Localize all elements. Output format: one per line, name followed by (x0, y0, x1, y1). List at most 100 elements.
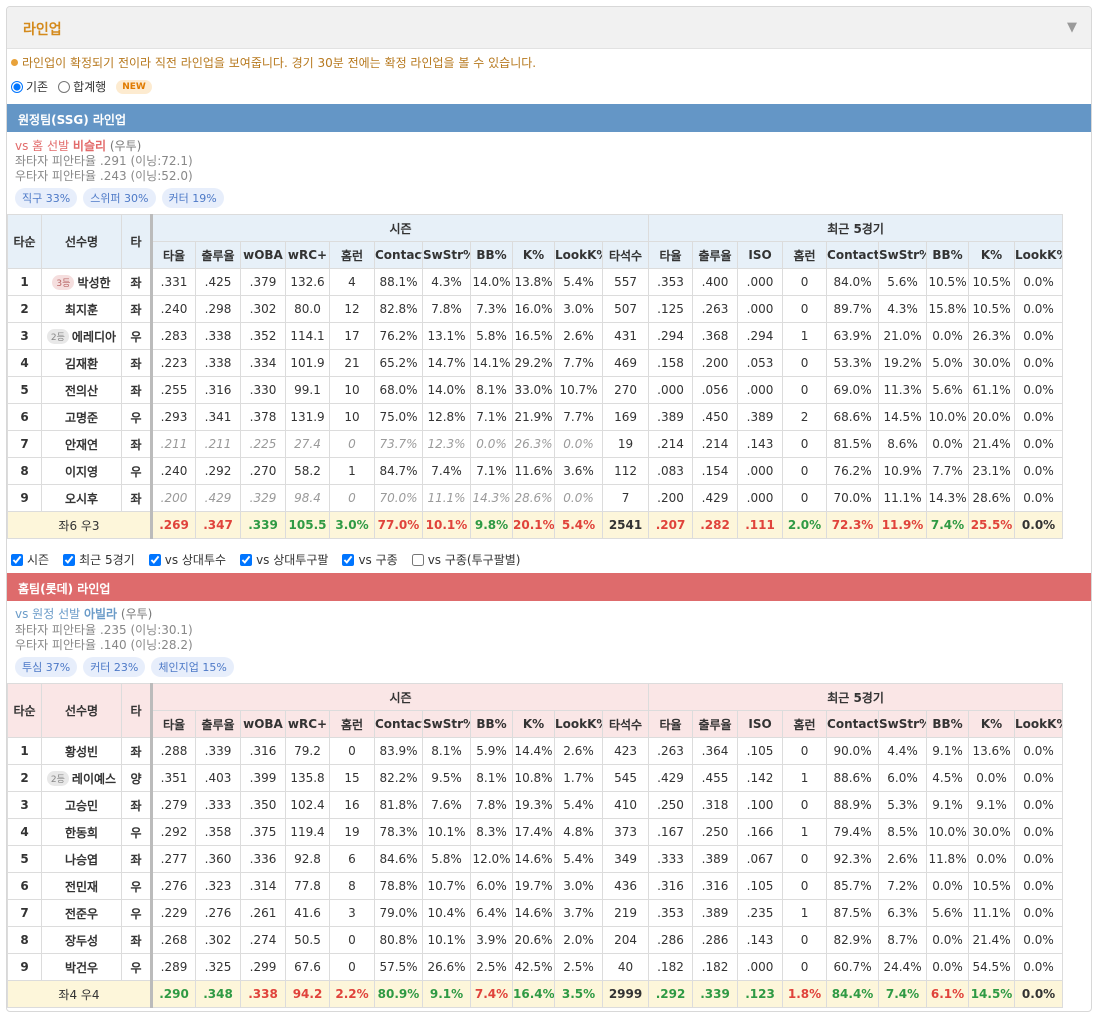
recent-col-header[interactable]: K% (968, 710, 1016, 738)
view-combined-radio[interactable] (58, 80, 71, 93)
recent-col-header[interactable]: LookK% (1014, 710, 1064, 738)
season-col-header[interactable]: wRC+ (285, 710, 330, 738)
player-name[interactable]: 전민재 (41, 872, 122, 900)
table-row: 2 2등 레이예스 양 .351.403.399 135.8 15 82.2% 9.5% 8.1%… (7, 764, 1064, 792)
view-basic-radio[interactable] (11, 80, 23, 93)
player-name[interactable]: 2등 레이예스 (41, 764, 122, 792)
season-col-header[interactable]: 출루율 (195, 710, 241, 738)
player-name-text[interactable]: 한동희 (65, 826, 98, 840)
player-name-text[interactable]: 최지훈 (65, 303, 98, 317)
player-name-text[interactable]: 이지영 (65, 465, 98, 479)
player-name[interactable]: 2등 에레디아 (41, 322, 122, 350)
recent-col-header[interactable]: 타율 (648, 241, 694, 269)
player-name[interactable]: 한동희 (41, 818, 122, 846)
recent-col-header[interactable]: SwStr% (878, 710, 928, 738)
player-name[interactable]: 3등 박성한 (41, 268, 122, 296)
season-col-header[interactable]: K% (512, 241, 555, 269)
recent-col-header[interactable]: 출루율 (692, 710, 739, 738)
season-col-header[interactable]: wOBA (240, 241, 286, 269)
filter-option[interactable]: vs 상대투수 (148, 551, 226, 568)
recent-col-header[interactable]: LookK% (1014, 241, 1064, 269)
player-name[interactable]: 전준우 (41, 899, 122, 927)
recent-col-header[interactable]: ISO (737, 710, 784, 738)
total-row: 좌4 우4.290.348.338 94.2 2.2% 80.9% 9.1% 7.4% 16… (7, 980, 1064, 1008)
season-col-header[interactable]: Contact% (374, 710, 423, 738)
filter-option[interactable]: 최근 5경기 (63, 551, 135, 568)
player-name[interactable]: 최지훈 (41, 295, 122, 323)
season-col-header[interactable]: SwStr% (422, 241, 471, 269)
player-name[interactable]: 고명준 (41, 403, 122, 431)
season-col-header[interactable]: wRC+ (285, 241, 330, 269)
player-name-text[interactable]: 에레디아 (72, 330, 116, 344)
player-name[interactable]: 오시후 (41, 484, 122, 512)
home-starter-name[interactable]: 아빌라 (84, 607, 117, 621)
player-name-text[interactable]: 레이예스 (72, 772, 116, 786)
recent-col-header[interactable]: 타율 (648, 710, 694, 738)
filter-option[interactable]: 시즌 (11, 551, 49, 568)
filter-option[interactable]: vs 상대투구팔 (240, 551, 328, 568)
away-starter-name[interactable]: 비슬리 (73, 139, 106, 153)
filter-checkbox[interactable] (240, 553, 253, 566)
player-name[interactable]: 장두성 (41, 926, 122, 954)
season-col-header[interactable]: BB% (470, 710, 513, 738)
season-col-header[interactable]: 타율 (150, 710, 196, 738)
recent-col-header[interactable]: BB% (926, 241, 970, 269)
recent-col-header[interactable]: Contact% (826, 710, 880, 738)
recent-col-header[interactable]: BB% (926, 710, 970, 738)
filter-checkbox[interactable] (63, 553, 76, 566)
season-col-header[interactable]: LookK% (554, 710, 603, 738)
filter-checkbox[interactable] (342, 553, 355, 566)
player-name[interactable]: 안재연 (41, 430, 122, 458)
filter-checkbox[interactable] (11, 553, 23, 566)
view-basic-option[interactable]: 기존 (11, 78, 48, 95)
player-name[interactable]: 김재환 (41, 349, 122, 377)
collapse-icon[interactable]: ▼ (1067, 20, 1077, 35)
recent-col-header[interactable]: 홈런 (782, 241, 828, 269)
recent-col-header[interactable]: 출루율 (692, 241, 739, 269)
player-name[interactable]: 고승민 (41, 791, 122, 819)
season-col-header[interactable]: 홈런 (329, 241, 375, 269)
player-name-text[interactable]: 전의산 (65, 384, 98, 398)
recent-col-header[interactable]: 홈런 (782, 710, 828, 738)
player-name-text[interactable]: 고승민 (65, 799, 98, 813)
filter-checkbox[interactable] (411, 553, 424, 566)
season-col-header[interactable]: 출루율 (195, 241, 241, 269)
filter-option[interactable]: vs 구종 (342, 551, 398, 568)
player-name-text[interactable]: 김재환 (65, 357, 98, 371)
recent-stat: .316 (692, 872, 739, 900)
filter-option[interactable]: vs 구종(투구팔별) (411, 551, 520, 568)
player-name-text[interactable]: 나승엽 (65, 853, 98, 867)
player-name-text[interactable]: 장두성 (65, 934, 98, 948)
season-col-header[interactable]: wOBA (240, 710, 286, 738)
player-name-text[interactable]: 박건우 (65, 961, 98, 975)
season-col-header[interactable]: Contact% (374, 241, 423, 269)
player-name-text[interactable]: 고명준 (65, 411, 98, 425)
player-name[interactable]: 전의산 (41, 376, 122, 404)
season-stat: 17.4% (512, 818, 555, 846)
player-name[interactable]: 나승엽 (41, 845, 122, 873)
player-name-text[interactable]: 황성빈 (65, 745, 98, 759)
season-col-header[interactable]: 타석수 (601, 710, 650, 738)
recent-col-header[interactable]: Contact% (826, 241, 880, 269)
player-name-text[interactable]: 전준우 (65, 907, 98, 921)
season-col-header[interactable]: LookK% (554, 241, 603, 269)
player-name-text[interactable]: 오시후 (65, 492, 98, 506)
player-name[interactable]: 이지영 (41, 457, 122, 485)
season-col-header[interactable]: BB% (470, 241, 513, 269)
season-col-header[interactable]: K% (512, 710, 555, 738)
view-combined-option[interactable]: 합계행 (58, 78, 106, 95)
season-col-header[interactable]: 홈런 (329, 710, 375, 738)
player-name[interactable]: 박건우 (41, 953, 122, 981)
season-col-header[interactable]: 타석수 (601, 241, 650, 269)
season-col-header[interactable]: 타율 (150, 241, 196, 269)
player-name[interactable]: 황성빈 (41, 737, 122, 765)
recent-col-header[interactable]: ISO (737, 241, 784, 269)
season-col-header[interactable]: SwStr% (422, 710, 471, 738)
recent-col-header[interactable]: K% (968, 241, 1016, 269)
recent-col-header[interactable]: SwStr% (878, 241, 928, 269)
player-name-text[interactable]: 전민재 (65, 880, 98, 894)
player-name-text[interactable]: 박성한 (77, 276, 110, 290)
filter-checkbox[interactable] (148, 553, 161, 566)
panel-header[interactable]: 라인업 ▼ (7, 7, 1091, 49)
player-name-text[interactable]: 안재연 (65, 438, 98, 452)
